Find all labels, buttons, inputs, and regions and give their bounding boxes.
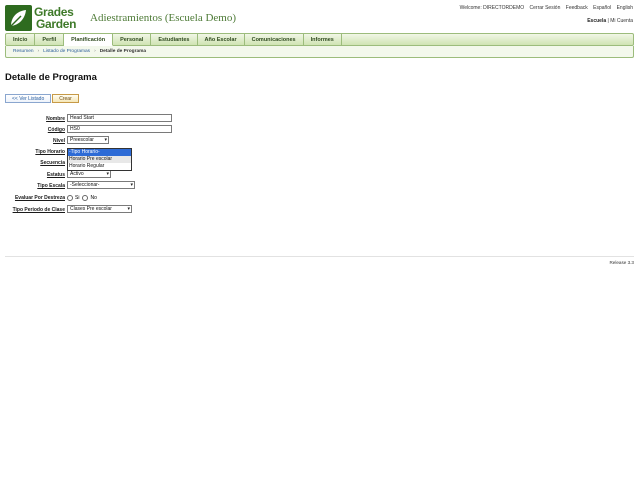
tab-comunicaciones[interactable]: Comunicaciones (245, 34, 304, 45)
school-links: Escuela | Mi Cuenta (587, 18, 633, 24)
codigo-label: Código (47, 127, 65, 133)
tipo-escala-select[interactable]: -Seleccionar- ▾ (67, 181, 135, 189)
action-buttons: << Ver Listado Crear (5, 94, 79, 103)
ver-listado-button[interactable]: << Ver Listado (5, 94, 52, 103)
english-link[interactable]: English (617, 5, 633, 11)
dropdown-option[interactable]: -Tipo Horario- (68, 149, 131, 156)
nombre-label: Nombre (46, 116, 65, 122)
nombre-input[interactable]: Head Start (67, 114, 172, 122)
evaluar-si-radio[interactable] (67, 195, 73, 201)
evaluar-label: Evaluar Por Destreza (14, 195, 65, 201)
app-title: Adiestramientos (Escuela Demo) (90, 12, 237, 24)
periodo-select[interactable]: Clases Pre escolar ▾ (67, 205, 132, 213)
breadcrumb-listado[interactable]: Listado de Programas (43, 49, 90, 54)
evaluar-no-label: No (90, 195, 97, 201)
page-title: Detalle de Programa (5, 72, 97, 83)
footer-divider (5, 256, 634, 257)
chevron-right-icon: › (37, 49, 40, 54)
breadcrumb-resumen[interactable]: Resumen (13, 49, 34, 54)
estatus-select[interactable]: Activo ▾ (67, 170, 111, 178)
release-version: Release 3.3 (609, 260, 634, 265)
brand-name-line2: Garden (36, 17, 77, 31)
spanish-link[interactable]: Español (593, 5, 611, 11)
nivel-select[interactable]: Preescolar ▾ (67, 136, 109, 144)
chevron-down-icon: ▾ (104, 137, 107, 143)
school-link[interactable]: Escuela (587, 18, 606, 24)
grades-garden-logo[interactable]: Grades Garden (5, 5, 83, 31)
estatus-value: Activo (70, 171, 84, 177)
tab-estudiantes[interactable]: Estudiantes (151, 34, 198, 45)
feedback-link[interactable]: Feedback (566, 5, 588, 11)
nivel-value: Preescolar (70, 137, 94, 143)
estatus-label: Estatus (46, 172, 65, 178)
tipo-horario-dropdown[interactable]: -Tipo Horario- Horario Pre escolar Horar… (67, 148, 132, 171)
nivel-label: Nivel (53, 138, 65, 144)
tab-perfil[interactable]: Perfil (35, 34, 65, 45)
tab-inicio[interactable]: Inicio (6, 34, 36, 45)
breadcrumb: Resumen › Listado de Programas › Detalle… (5, 46, 634, 58)
chevron-down-icon: ▾ (106, 171, 109, 177)
secuencia-label: Secuencia (40, 160, 65, 166)
top-links: Welcome: DIRECTORDEMO Cerrar Sesión Feed… (460, 5, 633, 11)
periodo-label: Tipo Periodo de Clase (12, 207, 65, 213)
evaluar-radio-group: Si No (67, 193, 100, 203)
codigo-input[interactable]: HS0 (67, 125, 172, 133)
dropdown-option[interactable]: Horario Regular (68, 163, 131, 170)
tipo-escala-label: Tipo Escala (37, 183, 65, 189)
chevron-right-icon: › (94, 49, 96, 54)
chevron-down-icon: ▾ (127, 206, 130, 212)
leaf-logo-icon (5, 5, 32, 31)
tipo-escala-value: -Seleccionar- (70, 182, 100, 188)
tab-personal[interactable]: Personal (113, 34, 152, 45)
evaluar-si-label: Si (75, 195, 80, 201)
logout-link[interactable]: Cerrar Sesión (530, 5, 561, 11)
main-nav: Inicio Perfil Planificación Personal Est… (5, 33, 634, 46)
tab-ano-escolar[interactable]: Año Escolar (198, 34, 245, 45)
dropdown-option[interactable]: Horario Pre escolar (68, 156, 131, 163)
tab-informes[interactable]: Informes (304, 34, 342, 45)
account-link[interactable]: | Mi Cuenta (608, 18, 633, 24)
breadcrumb-current: Detalle de Programa (99, 49, 147, 54)
tab-planificacion[interactable]: Planificación (64, 34, 114, 46)
crear-button[interactable]: Crear (52, 94, 79, 103)
evaluar-no-radio[interactable] (82, 195, 89, 201)
periodo-value: Clases Pre escolar (70, 206, 112, 212)
tipo-horario-label: Tipo Horario (35, 149, 65, 155)
welcome-text: Welcome: DIRECTORDEMO (459, 5, 525, 11)
chevron-down-icon: ▾ (130, 182, 133, 188)
